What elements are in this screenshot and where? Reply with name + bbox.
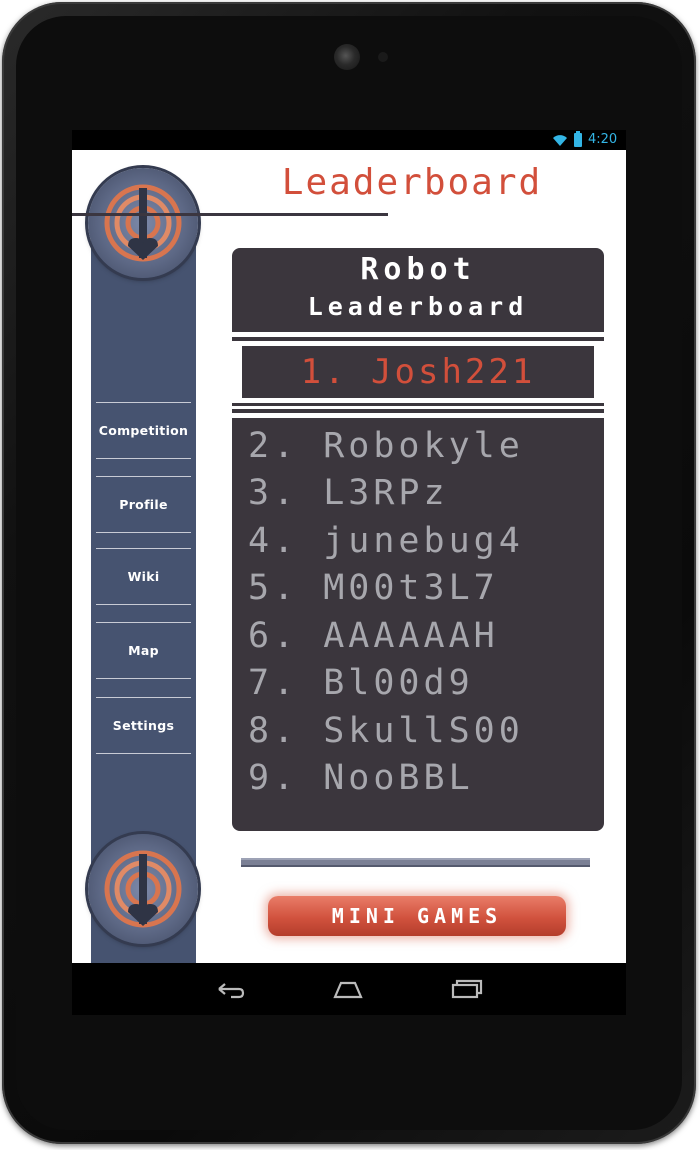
header-underline bbox=[72, 213, 388, 216]
list-item: 6. AAAAAAH bbox=[248, 616, 499, 656]
sidebar-item-label: Competition bbox=[98, 423, 189, 438]
light-sensor bbox=[378, 52, 388, 62]
sidebar-item-profile[interactable]: Profile bbox=[96, 476, 191, 533]
sidebar-item-competition[interactable]: Competition bbox=[96, 402, 191, 459]
divider-line bbox=[232, 403, 604, 406]
list-item: 9. NooBBL bbox=[248, 758, 474, 798]
status-bar: 4:20 bbox=[72, 130, 626, 150]
sidebar-item-label: Settings bbox=[112, 718, 175, 733]
sidebar-item-map[interactable]: Map bbox=[96, 622, 191, 679]
list-item: 8. SkullS00 bbox=[248, 711, 524, 751]
divider-line bbox=[232, 409, 604, 413]
leaderboard-list: 2. Robokyle 3. L3RPz 4. junebug4 5. M00t… bbox=[232, 418, 604, 831]
battery-icon bbox=[574, 131, 582, 147]
leaderboard-subtitle: Leaderboard bbox=[307, 292, 529, 321]
home-icon[interactable] bbox=[331, 975, 365, 1003]
page-title: Leaderboard bbox=[281, 162, 543, 203]
first-place-entry: 1. Josh221 bbox=[242, 346, 594, 398]
list-item: 3. L3RPz bbox=[248, 473, 449, 513]
app-screen: Leaderboard Competition Profile Wiki Map… bbox=[72, 150, 626, 963]
front-camera bbox=[334, 44, 360, 70]
divider-line bbox=[232, 337, 604, 341]
list-item: 7. Bl00d9 bbox=[248, 663, 474, 703]
sidebar-item-settings[interactable]: Settings bbox=[96, 697, 191, 754]
recents-icon[interactable] bbox=[449, 975, 483, 1003]
status-clock: 4:20 bbox=[588, 132, 618, 147]
sidebar-item-wiki[interactable]: Wiki bbox=[96, 548, 191, 605]
sidebar-item-label: Wiki bbox=[127, 569, 160, 584]
list-item: 4. junebug4 bbox=[248, 521, 524, 561]
section-divider bbox=[241, 858, 590, 867]
back-icon[interactable] bbox=[213, 975, 247, 1003]
robot-emblem-icon bbox=[88, 168, 198, 278]
robot-emblem-icon bbox=[88, 834, 198, 944]
wifi-icon bbox=[553, 135, 567, 146]
sidebar-item-label: Map bbox=[128, 643, 159, 658]
leaderboard-header: Robot Leaderboard bbox=[232, 248, 604, 332]
list-item: 2. Robokyle bbox=[248, 426, 524, 466]
leaderboard-title: Robot bbox=[360, 252, 476, 287]
mini-games-button[interactable]: MINI GAMES bbox=[268, 896, 566, 936]
system-nav-bar bbox=[72, 963, 626, 1015]
list-item: 5. M00t3L7 bbox=[248, 568, 499, 608]
sidebar-item-label: Profile bbox=[119, 497, 168, 512]
